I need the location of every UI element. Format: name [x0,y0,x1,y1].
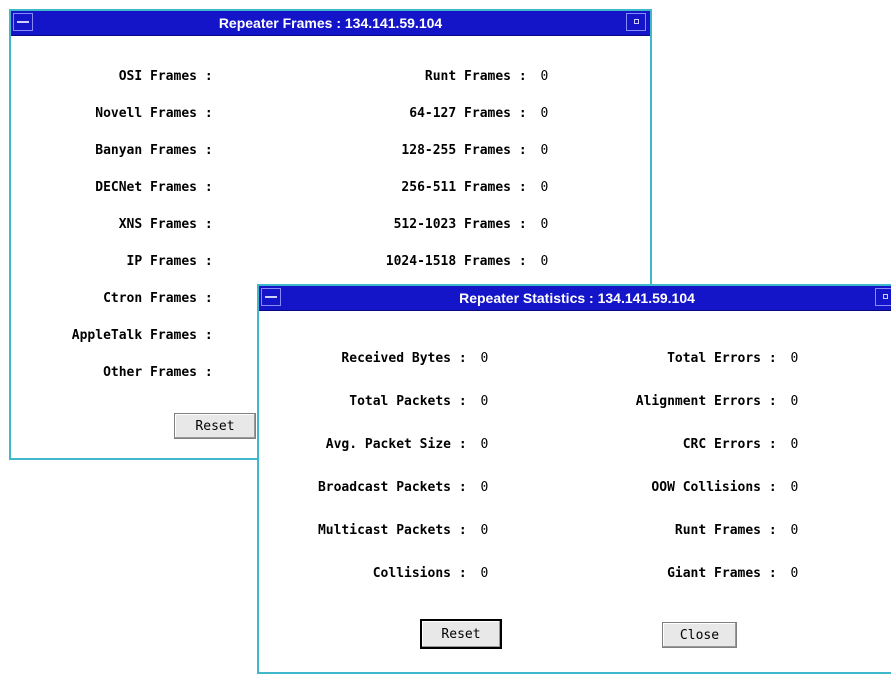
window-menu-icon[interactable] [261,288,281,306]
frames-value: 0 [540,180,549,195]
frames-row-512-1023: 512-1023 Frames : 0 [311,215,549,235]
stats-row-giant-frames: Giant Frames : 0 [559,564,798,584]
stats-label: Runt Frames [674,523,761,538]
frames-label: XNS Frames [118,217,197,232]
stats-value: 0 [790,394,799,409]
frames-label: 128-255 Frames [401,143,511,158]
stats-label: Received Bytes [341,351,451,366]
stats-row-broadcast-packets: Broadcast Packets : 0 [259,478,488,498]
stats-value: 0 [480,523,489,538]
stats-label: Alignment Errors [635,394,761,409]
frames-label: OSI Frames [118,69,197,84]
frames-label: Other Frames [103,365,197,380]
frames-row-xns: XNS Frames : [11,215,219,235]
frames-label: 256-511 Frames [401,180,511,195]
frames-row-runt: Runt Frames : 0 [311,67,548,87]
frames-row-ctron: Ctron Frames : [11,289,219,309]
stats-row-collisions: Collisions : 0 [259,564,489,584]
frames-row-appletalk: AppleTalk Frames : [11,326,219,346]
stats-value: 0 [790,437,799,452]
stats-value: 0 [790,566,799,581]
frames-value: 0 [540,106,549,121]
stats-label: CRC Errors [682,437,761,452]
stats-row-multicast-packets: Multicast Packets : 0 [259,521,488,541]
frames-label: 1024-1518 Frames [385,254,511,269]
stats-row-avg-packet-size: Avg. Packet Size : 0 [259,435,489,455]
frames-row-decnet: DECNet Frames : [11,178,219,198]
stats-value: 0 [790,480,799,495]
stats-value: 0 [790,523,799,538]
stats-label: Avg. Packet Size [325,437,451,452]
frames-reset-button[interactable]: Reset [174,413,256,439]
maximize-icon[interactable] [626,13,646,31]
stats-row-received-bytes: Received Bytes : 0 [259,349,488,369]
frames-value: 0 [540,254,549,269]
frames-row-64-127: 64-127 Frames : 0 [311,104,548,124]
stats-label: Total Packets [349,394,451,409]
stats-label: Collisions [372,566,451,581]
frames-label: Ctron Frames [103,291,197,306]
frames-titlebar[interactable]: Repeater Frames : 134.141.59.104 [11,11,650,36]
repeater-statistics-window: Repeater Statistics : 134.141.59.104 Rec… [257,284,891,674]
frames-row-banyan: Banyan Frames : [11,141,219,161]
stats-row-total-errors: Total Errors : 0 [559,349,798,369]
frames-label: Runt Frames [424,69,511,84]
frames-label: AppleTalk Frames [71,328,197,343]
stats-value: 0 [480,394,489,409]
frames-label: Banyan Frames [95,143,197,158]
frames-row-256-511: 256-511 Frames : 0 [311,178,548,198]
stats-label: Giant Frames [667,566,761,581]
stats-label: Multicast Packets [317,523,451,538]
frames-label: 64-127 Frames [409,106,511,121]
frames-label: IP Frames [126,254,197,269]
frames-row-osi: OSI Frames : [11,67,219,87]
frames-value: 0 [540,69,549,84]
stats-titlebar[interactable]: Repeater Statistics : 134.141.59.104 [259,286,891,311]
stats-window-title: Repeater Statistics : 134.141.59.104 [459,290,695,306]
stats-row-total-packets: Total Packets : 0 [259,392,488,412]
stats-row-runt-frames: Runt Frames : 0 [559,521,798,541]
frames-window-title: Repeater Frames : 134.141.59.104 [218,15,443,31]
frames-row-128-255: 128-255 Frames : 0 [311,141,548,161]
stats-close-button[interactable]: Close [662,622,737,648]
frames-value: 0 [540,143,549,158]
stats-value: 0 [480,566,489,581]
frames-label: DECNet Frames [95,180,197,195]
frames-label: 512-1023 Frames [393,217,511,232]
stats-row-crc-errors: CRC Errors : 0 [559,435,799,455]
stats-label: Total Errors [667,351,761,366]
stats-row-alignment-errors: Alignment Errors : 0 [559,392,799,412]
stats-value: 0 [480,351,489,366]
window-menu-icon[interactable] [13,13,33,31]
stats-value: 0 [480,437,489,452]
stats-reset-button[interactable]: Reset [420,619,502,649]
stats-value: 0 [790,351,799,366]
frames-row-1024-1518: 1024-1518 Frames : 0 [311,252,549,272]
frames-row-other: Other Frames : [11,363,219,383]
frames-row-novell: Novell Frames : [11,104,219,124]
frames-row-ip: IP Frames : [11,252,219,272]
maximize-icon[interactable] [875,288,891,306]
frames-label: Novell Frames [95,106,197,121]
stats-value: 0 [480,480,489,495]
frames-value: 0 [540,217,549,232]
stats-label: OOW Collisions [651,480,761,495]
stats-label: Broadcast Packets [317,480,451,495]
stats-row-oow-collisions: OOW Collisions : 0 [559,478,798,498]
